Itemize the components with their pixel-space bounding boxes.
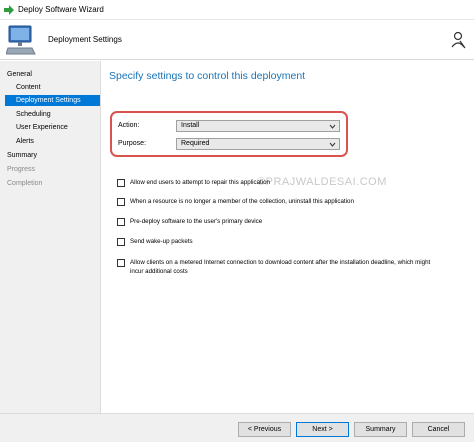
page-title: Specify settings to control this deploym… (109, 70, 306, 82)
uninstall-checkbox[interactable] (117, 198, 125, 206)
computer-icon (6, 25, 36, 55)
wizard-footer: < Previous Next > Summary Cancel (0, 413, 474, 442)
cancel-button[interactable]: Cancel (412, 422, 465, 437)
wizard-header: Deployment Settings (0, 20, 474, 60)
chevron-down-icon (329, 124, 336, 129)
sidebar-item-general[interactable]: General (7, 69, 32, 80)
sidebar-item-scheduling[interactable]: Scheduling (16, 109, 51, 120)
previous-button[interactable]: < Previous (238, 422, 291, 437)
sidebar-item-summary[interactable]: Summary (7, 150, 37, 161)
predeploy-option-label: Pre-deploy software to the user's primar… (130, 218, 263, 225)
watermark: ©PRAJWALDESAI.COM (257, 176, 387, 188)
title-bar: Deploy Software Wizard (0, 0, 474, 20)
wakeup-checkbox[interactable] (117, 238, 125, 246)
metered-checkbox[interactable] (117, 259, 125, 267)
action-label: Action: (118, 122, 140, 129)
sidebar-item-user-experience[interactable]: User Experience (16, 122, 68, 133)
purpose-select[interactable]: Required (176, 138, 340, 150)
metered-option-label: Allow clients on a metered Internet conn… (130, 259, 431, 266)
sidebar-item-content[interactable]: Content (16, 82, 41, 93)
page-heading: Deployment Settings (48, 35, 122, 44)
main-content: Specify settings to control this deploym… (102, 61, 474, 413)
sidebar-item-progress: Progress (7, 166, 36, 173)
next-button[interactable]: Next > (296, 422, 349, 437)
sidebar-item-deployment-settings[interactable]: Deployment Settings (5, 95, 100, 106)
settings-highlight-box: Action: Install Purpose: Required (110, 111, 348, 157)
purpose-label: Purpose: (118, 140, 147, 147)
wakeup-option-label: Send wake-up packets (130, 238, 193, 245)
repair-checkbox[interactable] (117, 179, 125, 187)
metered-option-label-cont: incur additional costs (130, 268, 188, 275)
purpose-value: Required (181, 140, 210, 147)
chevron-down-icon (329, 142, 336, 147)
action-value: Install (181, 122, 200, 129)
user-help-icon (451, 31, 466, 49)
window-title: Deploy Software Wizard (18, 5, 104, 14)
predeploy-checkbox[interactable] (117, 218, 125, 226)
summary-button[interactable]: Summary (354, 422, 407, 437)
wizard-sidebar: General Content Deployment Settings Sche… (0, 61, 101, 413)
repair-option-label: Allow end users to attempt to repair thi… (130, 179, 270, 186)
action-select[interactable]: Install (176, 120, 340, 132)
arrow-right-icon (4, 5, 14, 15)
sidebar-item-alerts[interactable]: Alerts (16, 136, 34, 147)
sidebar-item-completion: Completion (7, 180, 43, 187)
uninstall-option-label: When a resource is no longer a member of… (130, 198, 354, 205)
